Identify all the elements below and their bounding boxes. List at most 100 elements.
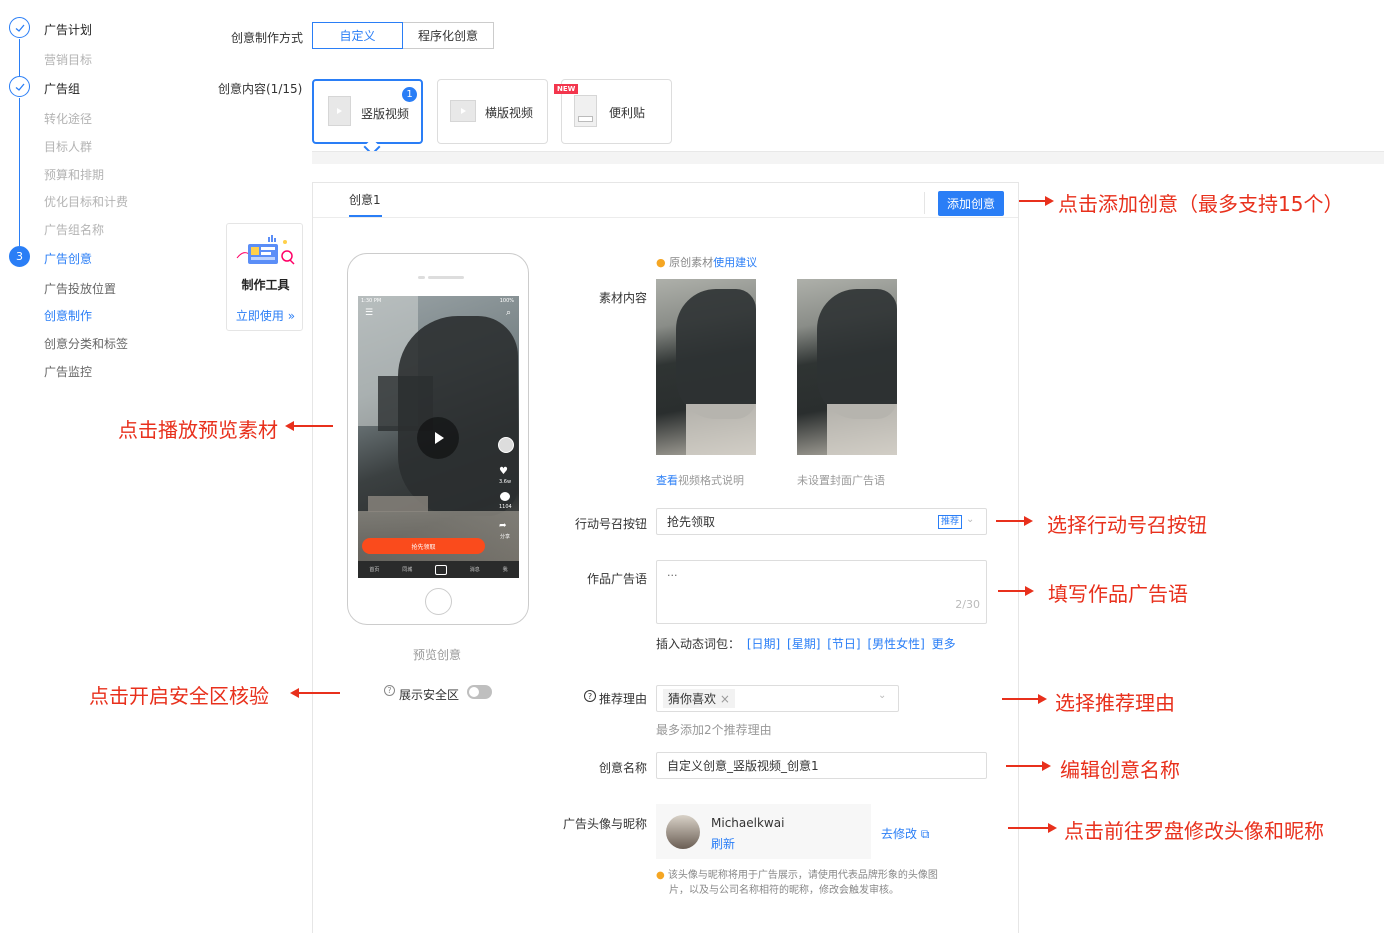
sidebar-item-creative-making[interactable]: 创意制作 — [44, 307, 92, 324]
sidebar-item-optimization[interactable]: 优化目标和计费 — [44, 193, 128, 210]
add-creative-button[interactable]: 添加创意 — [938, 191, 1004, 216]
toolbox-illustration-icon — [236, 235, 295, 265]
step-connector — [19, 39, 20, 76]
usage-suggestion-link[interactable]: 使用建议 — [713, 256, 757, 269]
annotation-arrow — [1008, 827, 1050, 829]
step-3-number: 3 — [9, 246, 30, 267]
ad-text-textarea[interactable]: ··· 2/30 — [656, 560, 987, 624]
phone-search-icon: ⌕ — [505, 308, 511, 318]
annotation-arrow — [292, 425, 333, 427]
step-2-title[interactable]: 广告组 — [44, 80, 80, 97]
blurred-caption — [368, 496, 428, 512]
sidebar-item-monitoring[interactable]: 广告监控 — [44, 363, 92, 380]
video-thumb-icon — [328, 96, 351, 126]
annotation-arrow — [998, 590, 1027, 592]
reason-select[interactable]: 猜你喜欢 × — [656, 685, 899, 712]
format-vertical-video[interactable]: 竖版视频 1 — [312, 79, 423, 144]
format-vertical-name: 竖版视频 — [361, 107, 410, 121]
sidebar-item-category-tags[interactable]: 创意分类和标签 — [44, 335, 128, 352]
like-count: 3.6w — [499, 479, 512, 485]
sidebar-item-audience[interactable]: 目标人群 — [44, 138, 92, 155]
method-custom-button[interactable]: 自定义 — [312, 22, 403, 49]
method-programmatic-button[interactable]: 程序化创意 — [403, 22, 494, 49]
comment-icon — [500, 492, 510, 501]
video-format-help: 查看视频格式说明 — [656, 472, 744, 488]
play-icon[interactable] — [417, 417, 459, 459]
format-horizontal-video[interactable]: 横版视频 — [437, 79, 548, 144]
sticky-thumb-icon — [574, 95, 597, 127]
help-icon[interactable]: ? — [584, 690, 596, 702]
help-icon[interactable]: ? — [384, 685, 395, 696]
edit-link-text: 去修改 — [881, 827, 918, 841]
nickname: Michaelkwai — [711, 816, 785, 830]
cta-value: 抢先领取 — [667, 515, 716, 529]
annotation-arrowhead — [1024, 516, 1033, 526]
status-time: 1:30 PM — [361, 298, 382, 304]
nav-me: 我 — [502, 567, 508, 573]
sidebar-item-placement[interactable]: 广告投放位置 — [44, 280, 116, 297]
insert-tag-gender[interactable]: [男性女性] — [867, 637, 924, 651]
reason-chip: 猜你喜欢 × — [663, 689, 735, 708]
format-horizontal-name: 横版视频 — [485, 106, 534, 120]
annotation-arrow — [1002, 698, 1040, 700]
insert-tag-weekday[interactable]: [星期] — [787, 637, 820, 651]
step-3-title[interactable]: 广告创意 — [44, 250, 92, 267]
annotation-arrow — [1019, 200, 1047, 202]
recommend-tag: 推荐 — [938, 515, 963, 529]
step-2-check-icon — [9, 76, 30, 97]
like-icon: ♥ — [499, 466, 508, 477]
creative-name-input[interactable]: 自定义创意_竖版视频_创意1 — [656, 752, 987, 779]
view-link[interactable]: 查看 — [656, 474, 678, 487]
cta-label: 行动号召按钮 — [575, 517, 648, 531]
annotation-arrowhead — [1042, 761, 1051, 771]
format-sticky-note[interactable]: NEW 便利贴 — [554, 79, 672, 144]
annotation-add-creative: 点击添加创意（最多支持15个） — [1058, 192, 1344, 216]
sidebar-item-budget[interactable]: 预算和排期 — [44, 166, 104, 183]
sidebar-item-marketing-goal[interactable]: 营销目标 — [44, 51, 92, 68]
annotation-arrow — [1006, 765, 1044, 767]
sidebar-item-conversion[interactable]: 转化途径 — [44, 110, 92, 127]
location-pin-icon: ● — [656, 256, 666, 269]
avatar-nickname-label: 广告头像与昵称 — [563, 817, 648, 831]
insert-tag-date[interactable]: [日期] — [747, 637, 780, 651]
avatar-card: Michaelkwai 刷新 — [656, 804, 871, 859]
external-link-icon: ⧉ — [920, 827, 930, 841]
video-thumb-icon — [450, 100, 476, 122]
tool-card-use-link[interactable]: 立即使用 » — [227, 307, 304, 324]
warning-icon: ● — [656, 870, 665, 881]
divider — [924, 192, 925, 214]
tab-divider — [313, 217, 1018, 218]
material-video-thumbnail[interactable] — [656, 279, 756, 455]
refresh-link[interactable]: 刷新 — [711, 835, 735, 852]
annotation-arrowhead — [1045, 196, 1054, 206]
tool-card-title: 制作工具 — [241, 278, 290, 292]
annotation-arrow — [996, 520, 1026, 522]
phone-menu-icon: ☰ — [365, 308, 374, 318]
annotation-arrow — [297, 692, 340, 694]
ad-text-label: 作品广告语 — [587, 572, 648, 586]
step-1-title[interactable]: 广告计划 — [44, 21, 92, 38]
selected-count-badge: 1 — [402, 87, 417, 102]
format-sticky-name: 便利贴 — [609, 106, 646, 120]
annotation-name: 编辑创意名称 — [1060, 758, 1180, 782]
creation-tool-card[interactable]: 制作工具 立即使用 » — [226, 223, 303, 331]
insert-word-label: 插入动态词包： — [656, 637, 741, 651]
insert-tag-holiday[interactable]: [节日] — [827, 637, 860, 651]
edit-link[interactable]: 去修改 ⧉ — [881, 825, 929, 842]
chip-close-icon[interactable]: × — [720, 692, 730, 706]
reason-chip-text: 猜你喜欢 — [668, 692, 717, 706]
avatar-note: ● 该头像与昵称将用于广告展示，请使用代表品牌形象的头像图 片，以及与公司名称相… — [656, 868, 938, 898]
safe-zone-label: 展示安全区 — [399, 688, 460, 702]
tab-creative-1[interactable]: 创意1 — [349, 191, 381, 208]
safe-zone-toggle[interactable] — [467, 685, 492, 699]
nav-city: 同城 — [402, 567, 413, 573]
step-connector — [19, 98, 20, 246]
sidebar-item-group-name[interactable]: 广告组名称 — [44, 221, 104, 238]
tip-prefix: 原创素材 — [669, 256, 714, 269]
insert-more-link[interactable]: 更多 — [932, 637, 956, 651]
annotation-play-preview: 点击播放预览素材 — [118, 418, 278, 442]
section-divider — [312, 151, 1384, 164]
cover-image-thumbnail[interactable] — [797, 279, 897, 455]
preview-video-screen[interactable]: 1:30 PM 100% ☰ ⌕ ♥ 3.6w 1104 ➦ 分享 抢先领取 首… — [358, 296, 519, 578]
format-desc: 视频格式说明 — [678, 474, 744, 487]
